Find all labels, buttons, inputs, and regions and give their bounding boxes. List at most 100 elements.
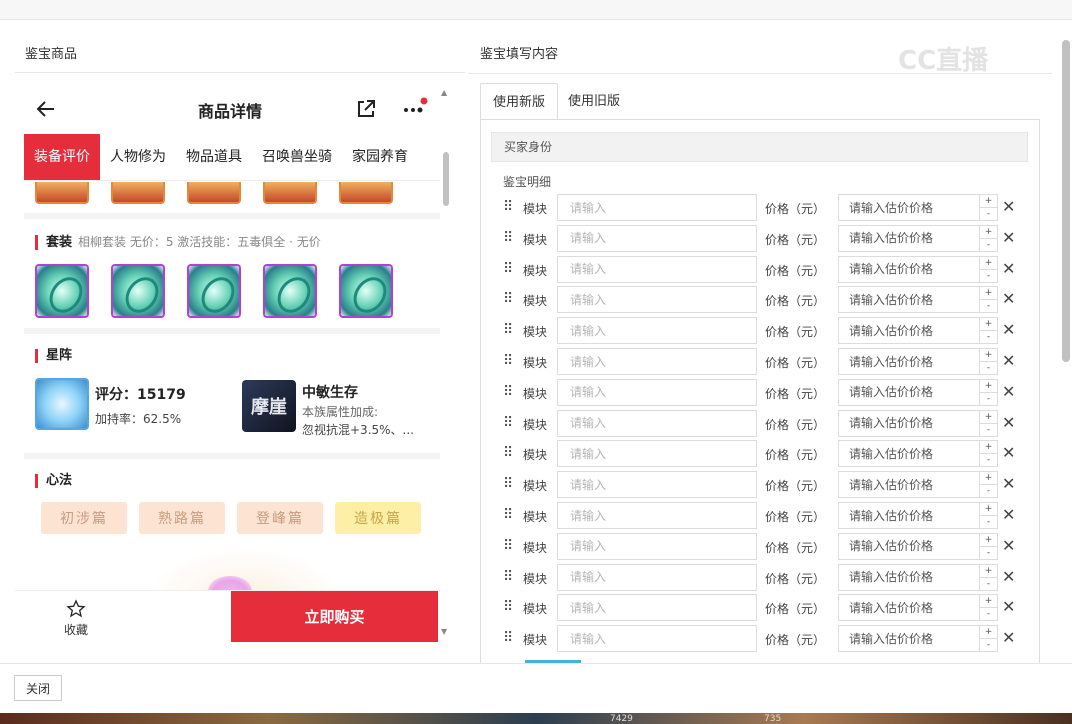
drag-handle-icon[interactable]: ⠿ — [503, 477, 515, 493]
price-stepper[interactable]: + - — [980, 378, 998, 406]
suit-item-icon[interactable] — [187, 264, 241, 318]
more-icon[interactable] — [400, 96, 428, 120]
close-icon[interactable]: ✕ — [1002, 568, 1016, 585]
buy-now-button[interactable]: 立即购买 — [231, 591, 438, 642]
price-stepper[interactable]: + - — [980, 440, 998, 468]
increment-icon[interactable]: + — [980, 287, 997, 301]
close-icon[interactable]: ✕ — [1002, 445, 1016, 461]
module-input[interactable] — [557, 317, 757, 345]
equipment-icon[interactable] — [339, 182, 393, 204]
close-icon[interactable]: ✕ — [1002, 414, 1016, 431]
price-stepper[interactable]: + - — [980, 317, 998, 345]
decrement-icon[interactable]: - — [980, 516, 997, 529]
suit-item-icon[interactable] — [339, 264, 393, 318]
suit-item-icon[interactable] — [35, 264, 89, 318]
decrement-icon[interactable]: - — [980, 331, 997, 344]
price-stepper[interactable]: + - — [980, 255, 998, 283]
close-icon[interactable]: ✕ — [1002, 199, 1016, 215]
drag-handle-icon[interactable]: ⠿ — [503, 600, 515, 616]
module-input[interactable] — [557, 286, 757, 314]
decrement-icon[interactable]: - — [980, 608, 997, 621]
close-icon[interactable]: ✕ — [1002, 291, 1016, 307]
module-input[interactable] — [557, 625, 757, 653]
decrement-icon[interactable]: - — [980, 300, 997, 313]
increment-icon[interactable]: + — [980, 349, 997, 362]
price-stepper[interactable]: + - — [980, 532, 998, 560]
price-input[interactable] — [838, 563, 980, 591]
drag-handle-icon[interactable]: ⠿ — [503, 570, 515, 586]
share-icon[interactable] — [355, 98, 377, 120]
price-input[interactable] — [838, 502, 980, 529]
window-scrollbar[interactable] — [1062, 40, 1070, 362]
close-icon[interactable]: ✕ — [1002, 353, 1016, 369]
price-input[interactable] — [838, 194, 980, 221]
equipment-icon[interactable] — [187, 182, 241, 204]
buyer-section-header[interactable]: 买家身份 — [491, 132, 1028, 162]
module-input[interactable] — [557, 440, 757, 468]
xinfa-item[interactable]: 熟路篇 — [139, 502, 225, 534]
xinfa-item[interactable]: 初涉篇 — [41, 502, 127, 534]
price-input[interactable] — [838, 409, 980, 437]
price-stepper[interactable]: + - — [980, 286, 998, 314]
drag-handle-icon[interactable]: ⠿ — [503, 631, 515, 647]
drag-handle-icon[interactable]: ⠿ — [503, 292, 515, 308]
equipment-icon[interactable] — [263, 182, 317, 204]
decrement-icon[interactable]: - — [980, 393, 997, 406]
tab-old-version[interactable]: 使用旧版 — [556, 83, 632, 120]
xinfa-item[interactable]: 造极篇 — [335, 502, 421, 534]
module-input[interactable] — [557, 194, 757, 221]
module-input[interactable] — [557, 224, 757, 252]
close-icon[interactable]: ✕ — [1002, 507, 1016, 523]
price-input[interactable] — [838, 594, 980, 622]
increment-icon[interactable]: + — [980, 595, 997, 609]
price-stepper[interactable]: + - — [980, 563, 998, 591]
close-icon[interactable]: ✕ — [1002, 383, 1016, 400]
price-input[interactable] — [838, 532, 980, 560]
xinfa-item[interactable]: 登峰篇 — [237, 502, 323, 534]
decrement-icon[interactable]: - — [980, 454, 997, 467]
increment-icon[interactable]: + — [980, 411, 997, 424]
price-stepper[interactable]: + - — [980, 224, 998, 252]
close-icon[interactable]: ✕ — [1002, 599, 1016, 615]
decrement-icon[interactable]: - — [980, 639, 997, 652]
increment-icon[interactable]: + — [980, 380, 997, 393]
phone-scrollbar[interactable] — [443, 152, 449, 206]
tab-summon[interactable]: 召唤兽坐骑 — [252, 134, 342, 180]
drag-handle-icon[interactable]: ⠿ — [503, 262, 515, 278]
increment-icon[interactable]: + — [980, 441, 997, 455]
price-input[interactable] — [838, 625, 980, 653]
increment-icon[interactable]: + — [980, 195, 997, 208]
increment-icon[interactable]: + — [980, 565, 997, 578]
price-stepper[interactable]: + - — [980, 471, 998, 499]
drag-handle-icon[interactable]: ⠿ — [503, 231, 515, 247]
decrement-icon[interactable]: - — [980, 578, 997, 591]
increment-icon[interactable]: + — [980, 503, 997, 516]
decrement-icon[interactable]: - — [980, 239, 997, 252]
increment-icon[interactable]: + — [980, 534, 997, 547]
drag-handle-icon[interactable]: ⠿ — [503, 446, 515, 462]
decrement-icon[interactable]: - — [980, 485, 997, 498]
module-input[interactable] — [557, 594, 757, 622]
scroll-down-arrow[interactable]: ▼ — [441, 627, 447, 636]
drag-handle-icon[interactable]: ⠿ — [503, 385, 515, 401]
module-input[interactable] — [557, 563, 757, 591]
module-input[interactable] — [557, 502, 757, 529]
suit-item-icon[interactable] — [111, 264, 165, 318]
price-stepper[interactable]: + - — [980, 594, 998, 622]
increment-icon[interactable]: + — [980, 472, 997, 486]
close-icon[interactable]: ✕ — [1002, 260, 1016, 277]
price-input[interactable] — [838, 378, 980, 406]
module-input[interactable] — [557, 378, 757, 406]
price-input[interactable] — [838, 348, 980, 375]
decrement-icon[interactable]: - — [980, 208, 997, 221]
price-input[interactable] — [838, 317, 980, 345]
decrement-icon[interactable]: - — [980, 362, 997, 375]
price-input[interactable] — [838, 255, 980, 283]
close-icon[interactable]: ✕ — [1002, 322, 1016, 338]
price-input[interactable] — [838, 286, 980, 314]
module-input[interactable] — [557, 409, 757, 437]
price-stepper[interactable]: + - — [980, 625, 998, 653]
price-stepper[interactable]: + - — [980, 409, 998, 437]
module-input[interactable] — [557, 348, 757, 375]
increment-icon[interactable]: + — [980, 626, 997, 640]
